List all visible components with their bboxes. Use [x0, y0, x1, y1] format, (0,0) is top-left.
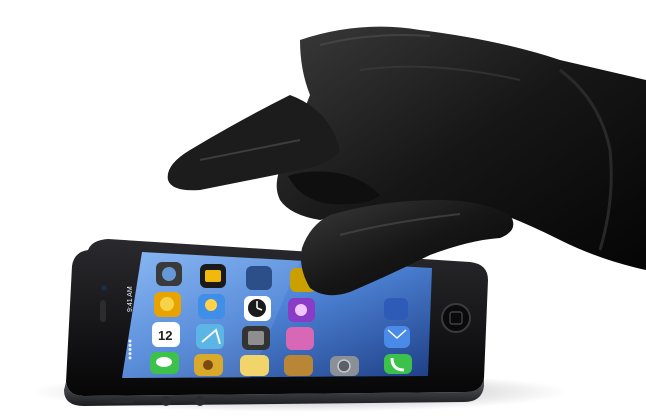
- front-camera: [101, 285, 107, 291]
- smartphone: ●●●●● 9:41 AM 12: [64, 239, 488, 406]
- home-button: [441, 303, 471, 333]
- volume-button: [112, 398, 134, 403]
- side-button: [195, 396, 205, 406]
- photo-illustration: ●●●●● 9:41 AM 12: [30, 26, 646, 412]
- status-time: 9:41 AM: [127, 286, 134, 312]
- mute-switch: [161, 396, 171, 406]
- phone-icon[interactable]: [384, 354, 412, 374]
- speaker-grille: [100, 300, 106, 322]
- signal-indicator: ●●●●●: [127, 339, 134, 360]
- app-icon[interactable]: [246, 266, 272, 290]
- calendar-day: 12: [158, 328, 172, 343]
- app-icon[interactable]: [384, 298, 408, 320]
- maps-icon[interactable]: [196, 324, 224, 349]
- notes-icon[interactable]: [240, 355, 269, 376]
- app-icon[interactable]: [284, 355, 313, 376]
- photo-scene: ●●●●● 9:41 AM 12: [0, 0, 646, 416]
- app-icon[interactable]: [286, 327, 314, 350]
